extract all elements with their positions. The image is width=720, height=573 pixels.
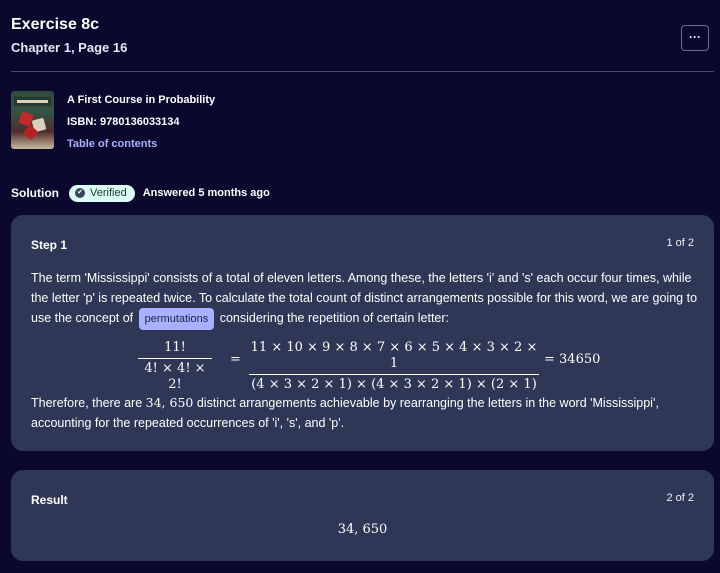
step-explanation: The term 'Mississippi' consists of a tot… xyxy=(31,268,699,330)
result-value: 34, 650 xyxy=(337,522,388,537)
fraction-right-numerator: 11 × 10 × 9 × 8 × 7 × 6 × 5 × 4 × 3 × 2 … xyxy=(250,340,538,371)
result-count: 2 of 2 xyxy=(666,492,694,504)
verified-check-icon: ✔ xyxy=(75,188,85,198)
formula: 11! 4! × 4! × 2! = 11 × 10 × 9 × 8 × 7 ×… xyxy=(138,340,608,392)
book-title: A First Course in Probability xyxy=(67,94,216,106)
solution-meta: Solution ✔ Verified Answered 5 months ag… xyxy=(11,184,270,202)
textbook-info: A First Course in Probability ISBN: 9780… xyxy=(11,91,215,151)
chapter-page-subtitle: Chapter 1, Page 16 xyxy=(11,40,128,55)
formula-result: = 34650 xyxy=(544,352,601,367)
page-title: Exercise 8c xyxy=(11,16,100,33)
permutations-chip[interactable]: permutations xyxy=(138,308,215,330)
result-card: Result 2 of 2 34, 650 xyxy=(11,470,714,561)
conclusion-text-a: Therefore, there are xyxy=(31,396,143,410)
answered-time: Answered 5 months ago xyxy=(142,187,270,199)
verified-badge: ✔ Verified xyxy=(69,184,135,202)
fraction-left-numerator: 11! xyxy=(164,340,186,355)
more-options-button[interactable]: ··· xyxy=(681,25,709,51)
step-label: Step 1 xyxy=(31,238,68,252)
fraction-right: 11 × 10 × 9 × 8 × 7 × 6 × 5 × 4 × 3 × 2 … xyxy=(249,340,539,393)
step-conclusion: Therefore, there are 34, 650 distinct ar… xyxy=(31,393,699,433)
fraction-left: 11! 4! × 4! × 2! xyxy=(138,340,212,393)
exercise-header: Exercise 8c Chapter 1, Page 16 xyxy=(11,14,127,55)
header-divider xyxy=(11,71,714,72)
fraction-right-denominator: (4 × 3 × 2 × 1) × (4 × 3 × 2 × 1) × (2 ×… xyxy=(251,377,537,392)
fraction-left-denominator: 4! × 4! × 2! xyxy=(144,361,206,392)
book-cover-image[interactable] xyxy=(11,91,54,149)
book-isbn: ISBN: 9780136033134 xyxy=(67,116,180,128)
solution-label: Solution xyxy=(11,186,59,200)
equals-sign: = xyxy=(230,352,241,367)
step-card: Step 1 1 of 2 The term 'Mississippi' con… xyxy=(11,215,714,451)
verified-label: Verified xyxy=(90,187,127,199)
table-of-contents-link[interactable]: Table of contents xyxy=(67,137,215,151)
step-text-b: considering the repetition of certain le… xyxy=(219,311,450,325)
step-count: 1 of 2 xyxy=(666,237,694,249)
result-label: Result xyxy=(31,493,68,507)
conclusion-value: 34, 650 xyxy=(145,395,194,410)
